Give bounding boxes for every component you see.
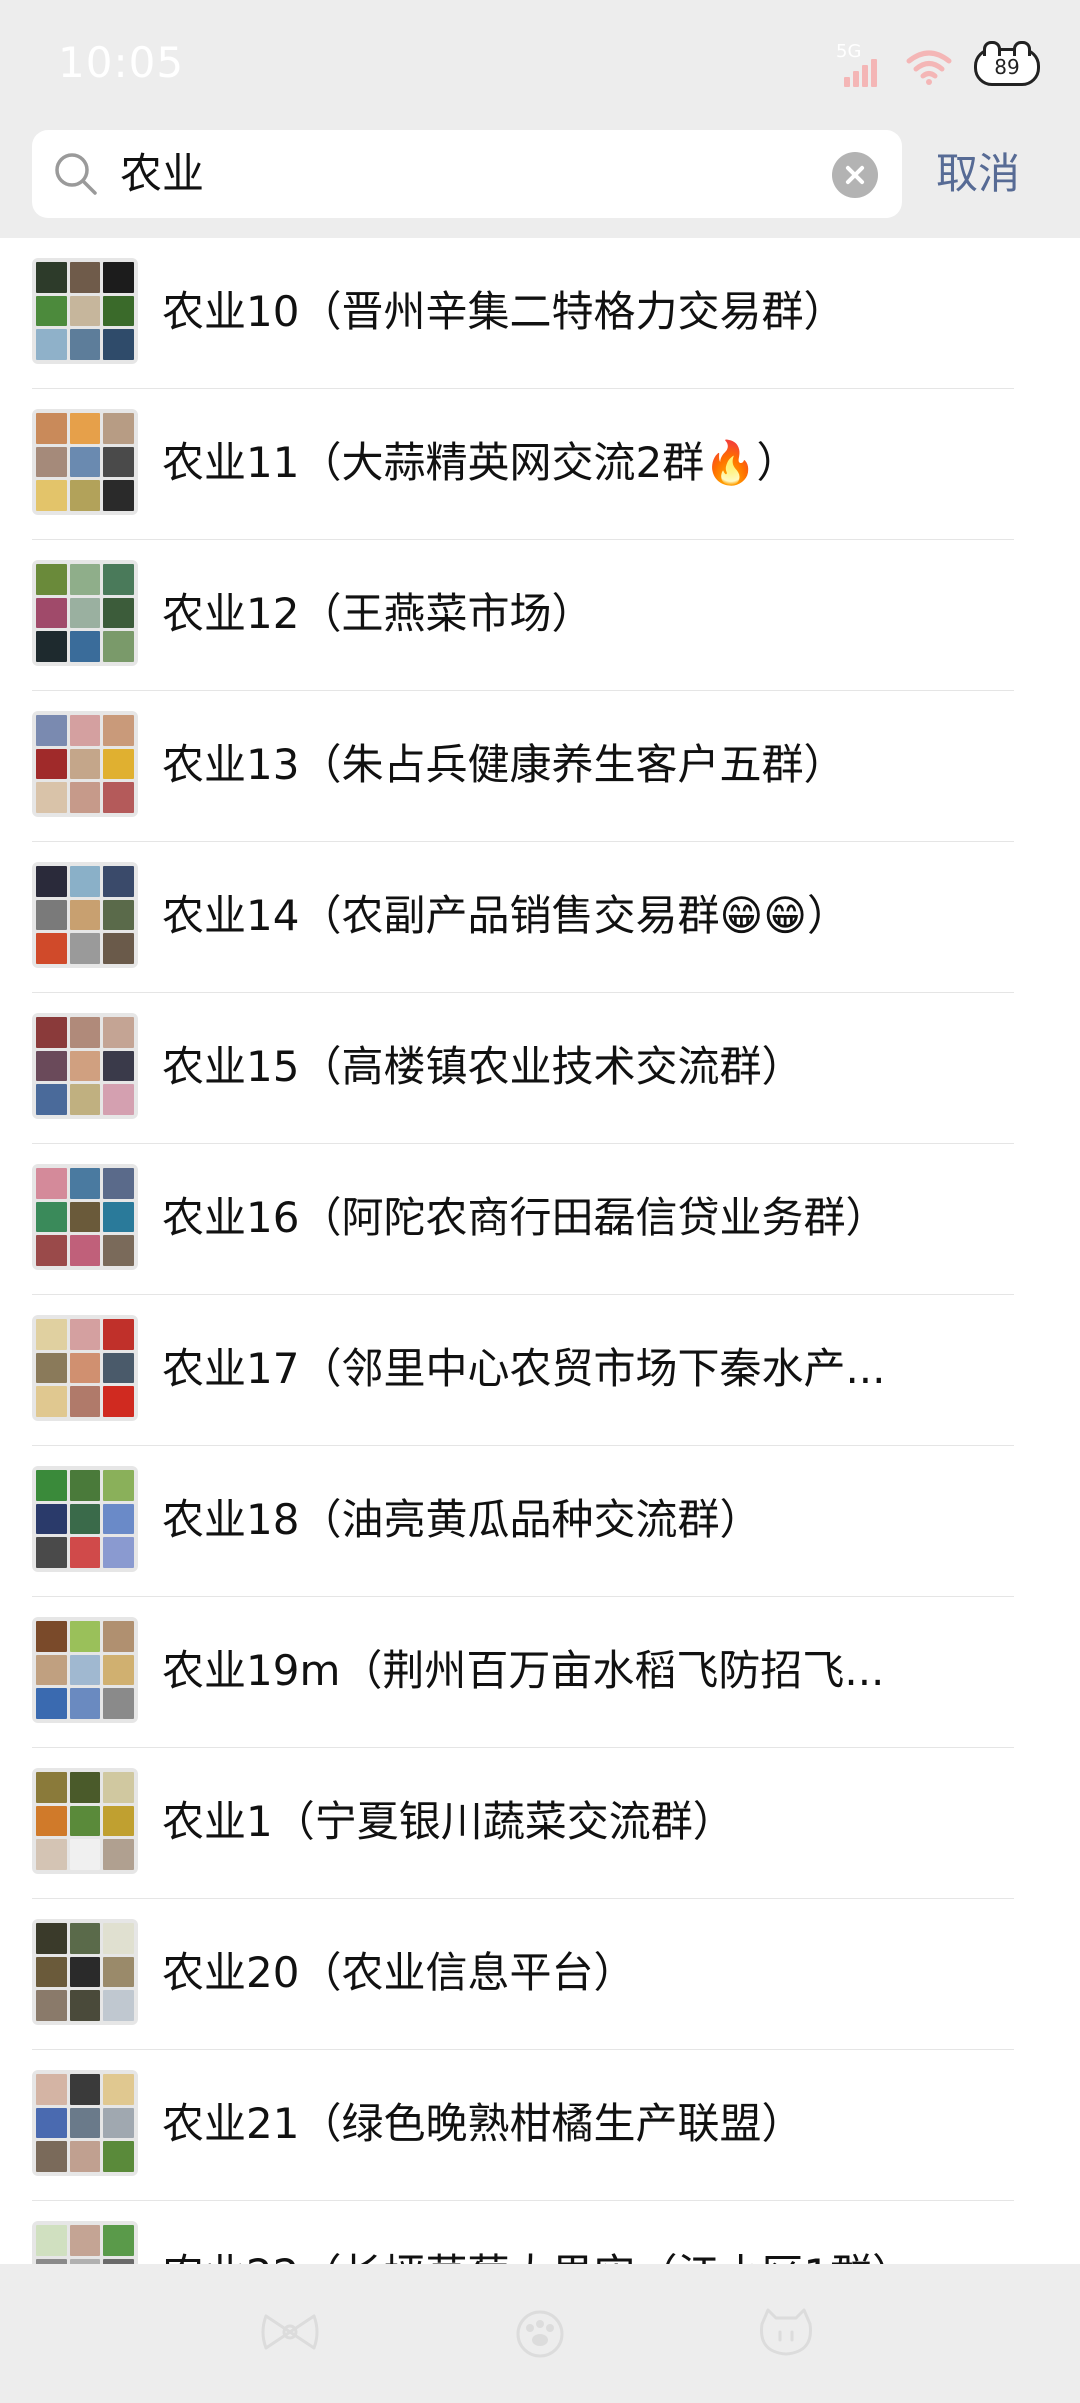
result-title: 农业16（阿陀农商行田磊信贷业务群） — [162, 1193, 888, 1242]
bottom-nav-bar — [0, 2264, 1080, 2403]
avatar — [32, 258, 138, 364]
avatar — [32, 1768, 138, 1874]
list-item[interactable]: 农业13（朱占兵健康养生客户五群） — [0, 691, 1080, 842]
bow-icon[interactable] — [258, 2302, 322, 2362]
avatar — [32, 862, 138, 968]
list-item[interactable]: 农业10（晋州辛集二特格力交易群） — [0, 238, 1080, 389]
avatar — [32, 409, 138, 515]
search-results: 农业10（晋州辛集二特格力交易群） 农业11（大蒜精英网交流2群🔥） 农业12（… — [0, 238, 1080, 2264]
result-title: 农业15（高楼镇农业技术交流群） — [162, 1042, 804, 1091]
list-item[interactable]: 农业20（农业信息平台） — [0, 1899, 1080, 2050]
list-item[interactable]: 农业17（邻里中心农贸市场下秦水产... — [0, 1295, 1080, 1446]
list-item[interactable]: 农业12（王燕菜市场） — [0, 540, 1080, 691]
list-item[interactable]: 农业22（长坪草莓大果实（江小区1群） — [0, 2201, 1080, 2264]
avatar — [32, 1164, 138, 1270]
result-title: 农业21（绿色晚熟柑橘生产联盟） — [162, 2099, 804, 2148]
result-title: 农业11（大蒜精英网交流2群🔥） — [162, 438, 799, 487]
result-title: 农业19m（荆州百万亩水稻飞防招飞... — [162, 1646, 885, 1695]
search-input[interactable]: 农业 — [120, 148, 204, 200]
avatar — [32, 1617, 138, 1723]
signal-label: 5G — [836, 41, 862, 62]
result-title: 农业1（宁夏银川蔬菜交流群） — [162, 1797, 735, 1846]
result-title: 农业17（邻里中心农贸市场下秦水产... — [162, 1344, 886, 1393]
search-field[interactable]: 农业 — [32, 130, 902, 218]
result-title: 农业12（王燕菜市场） — [162, 589, 594, 638]
list-item[interactable]: 农业1（宁夏银川蔬菜交流群） — [0, 1748, 1080, 1899]
result-title: 农业20（农业信息平台） — [162, 1948, 636, 1997]
avatar — [32, 1315, 138, 1421]
result-title: 农业22（长坪草莓大果实（江小区1群） — [162, 2245, 952, 2264]
status-time: 10:05 — [58, 38, 185, 87]
list-item[interactable]: 农业18（油亮黄瓜品种交流群） — [0, 1446, 1080, 1597]
avatar — [32, 2221, 138, 2264]
result-title: 农业10（晋州辛集二特格力交易群） — [162, 287, 846, 336]
signal-icon: 5G — [836, 41, 884, 87]
avatar — [32, 560, 138, 666]
list-item[interactable]: 农业11（大蒜精英网交流2群🔥） — [0, 389, 1080, 540]
result-title: 农业13（朱占兵健康养生客户五群） — [162, 740, 846, 789]
avatar — [32, 2070, 138, 2176]
list-item[interactable]: 农业15（高楼镇农业技术交流群） — [0, 993, 1080, 1144]
search-row: 农业 取消 — [0, 120, 1080, 238]
status-icons: 5G 89 — [836, 41, 1040, 92]
list-item[interactable]: 农业19m（荆州百万亩水稻飞防招飞... — [0, 1597, 1080, 1748]
result-title: 农业14（农副产品销售交易群😁😁） — [162, 891, 850, 940]
paw-icon[interactable] — [508, 2302, 572, 2362]
clear-icon[interactable] — [832, 152, 878, 198]
search-icon — [55, 153, 97, 195]
status-bar: 10:05 5G 89 — [0, 0, 1080, 120]
battery-icon: 89 — [974, 41, 1040, 86]
avatar — [32, 1919, 138, 2025]
result-title: 农业18（油亮黄瓜品种交流群） — [162, 1495, 762, 1544]
avatar — [32, 1013, 138, 1119]
avatar — [32, 1466, 138, 1572]
avatar — [32, 711, 138, 817]
list-item[interactable]: 农业21（绿色晚熟柑橘生产联盟） — [0, 2050, 1080, 2201]
list-item[interactable]: 农业16（阿陀农商行田磊信贷业务群） — [0, 1144, 1080, 1295]
wifi-icon — [906, 50, 952, 85]
cancel-button[interactable]: 取消 — [936, 146, 1020, 202]
list-item[interactable]: 农业14（农副产品销售交易群😁😁） — [0, 842, 1080, 993]
cat-icon[interactable] — [754, 2302, 818, 2362]
